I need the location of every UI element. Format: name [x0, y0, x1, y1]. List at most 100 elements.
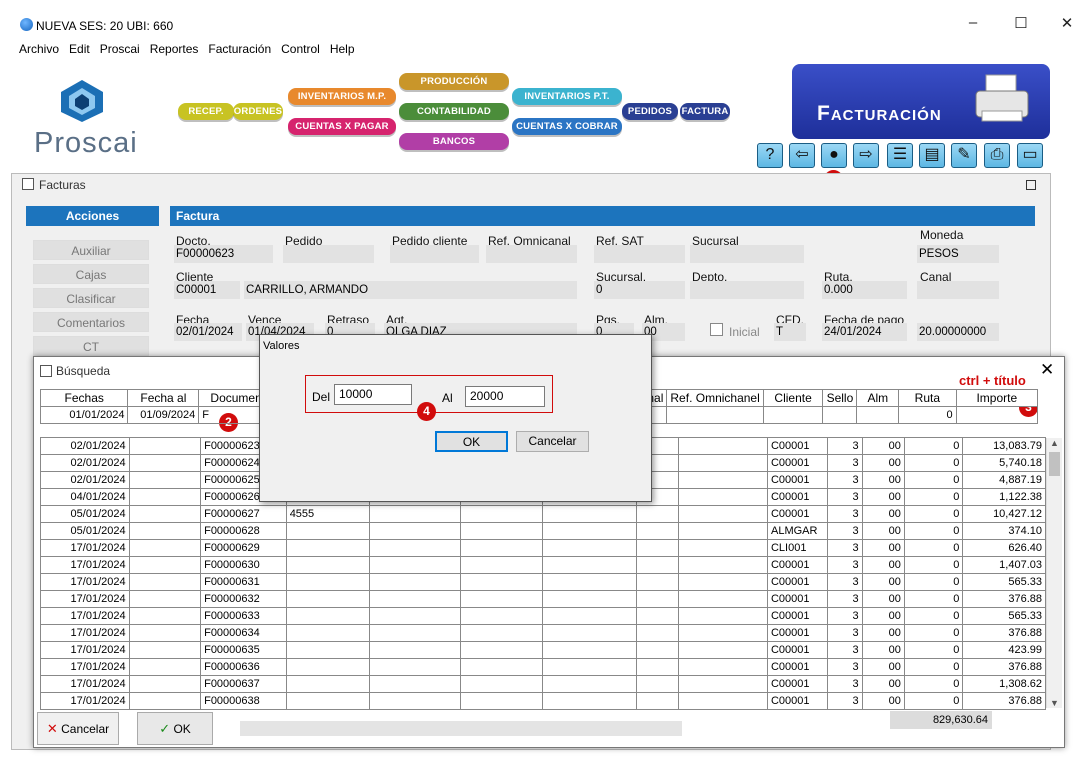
- fecha-pago-field[interactable]: 24/01/2024: [822, 323, 907, 341]
- inicial-checkbox[interactable]: [710, 323, 723, 336]
- menu-edit[interactable]: Edit: [69, 42, 90, 56]
- cfd-field[interactable]: T: [774, 323, 806, 341]
- cliente-code-field[interactable]: C00001: [174, 281, 240, 299]
- del-input[interactable]: 10000: [334, 384, 412, 405]
- cliente-name-field[interactable]: CARRILLO, ARMANDO: [244, 281, 577, 299]
- table-row[interactable]: 17/01/2024 F00000630 C00001 3 00 0 1,407.03: [40, 556, 1046, 574]
- docto-field[interactable]: F00000623: [174, 245, 273, 263]
- nav-cuentas-cobrar[interactable]: CUENTAS X COBRAR: [512, 118, 622, 135]
- menu-facturacion[interactable]: Facturación: [208, 42, 271, 56]
- nav-inventarios-pt[interactable]: INVENTARIOS P.T.: [512, 88, 622, 105]
- filter-ref-omni[interactable]: [666, 406, 764, 424]
- nav-produccion[interactable]: PRODUCCIÓN: [399, 73, 509, 90]
- pedido-field[interactable]: [283, 245, 374, 263]
- busqueda-ok-button[interactable]: ✓ OK: [137, 712, 213, 745]
- table-row[interactable]: 05/01/2024 F00000627 4555 C00001 3 00 0 10,427.…: [40, 505, 1046, 523]
- canal-field[interactable]: [917, 281, 999, 299]
- results-scrollbar[interactable]: ▲ ▼: [1046, 438, 1062, 708]
- busqueda-cancel-button[interactable]: ✕ Cancelar: [37, 712, 119, 745]
- minimize-button[interactable]: –: [963, 14, 983, 31]
- filter-cliente[interactable]: [762, 406, 824, 424]
- row-ruta: 0: [903, 692, 964, 710]
- nav-ordenes[interactable]: ORDENES: [233, 103, 283, 120]
- filter-sello[interactable]: [822, 406, 858, 424]
- menu-help[interactable]: Help: [330, 42, 355, 56]
- nav-inventarios-mp[interactable]: INVENTARIOS M.P.: [288, 88, 396, 105]
- cajas-button[interactable]: Cajas: [33, 264, 149, 284]
- table-row[interactable]: 17/01/2024 F00000629 CLI001 3 00 0 626.40: [40, 539, 1046, 557]
- row-cliente: C00001: [766, 437, 829, 455]
- al-input[interactable]: 20000: [465, 386, 545, 407]
- valores-cancel-button[interactable]: Cancelar: [516, 431, 589, 452]
- ref-sat-field[interactable]: [594, 245, 685, 263]
- table-row[interactable]: 17/01/2024 F00000636 C00001 3 00 0 376.88: [40, 658, 1046, 676]
- valores-ok-button[interactable]: OK: [435, 431, 508, 452]
- busqueda-close-icon[interactable]: ✕: [1040, 360, 1054, 380]
- filter-ruta[interactable]: 0: [898, 406, 957, 424]
- scroll-thumb[interactable]: [1049, 452, 1060, 476]
- status-bar: [240, 721, 682, 736]
- notes-icon[interactable]: ▤: [919, 143, 945, 168]
- table-row[interactable]: 05/01/2024 F00000628 ALMGAR 3 00 0 374.10: [40, 522, 1046, 540]
- table-row[interactable]: 17/01/2024 F00000637 C00001 3 00 0 1,308.62: [40, 675, 1046, 693]
- sucursal-field[interactable]: [690, 245, 804, 263]
- menu-reportes[interactable]: Reportes: [150, 42, 199, 56]
- arrow-left-icon[interactable]: ⇦: [789, 143, 815, 168]
- filter-fecha-al[interactable]: 01/09/2024: [127, 406, 200, 424]
- row-documento: F00000634: [200, 624, 287, 642]
- table-row[interactable]: 17/01/2024 F00000635 C00001 3 00 0 423.99: [40, 641, 1046, 659]
- nav-pedidos[interactable]: PEDIDOS: [622, 103, 678, 120]
- fecha-field[interactable]: 02/01/2024: [174, 323, 242, 341]
- depto-field[interactable]: [690, 281, 804, 299]
- nav-recep[interactable]: RECEP.: [178, 103, 234, 120]
- comentarios-button[interactable]: Comentarios: [33, 312, 149, 332]
- clasificar-button[interactable]: Clasificar: [33, 288, 149, 308]
- filter-importe[interactable]: [955, 406, 1039, 424]
- moneda-field[interactable]: PESOS: [917, 245, 999, 263]
- search-person-icon[interactable]: ●: [821, 143, 847, 168]
- tipo-cambio-field[interactable]: 20.00000000: [917, 323, 999, 341]
- col-fechas[interactable]: Fechas: [39, 389, 129, 407]
- row-blank-2: [369, 539, 461, 557]
- ref-omnicanal-field[interactable]: [486, 245, 577, 263]
- ruta-field[interactable]: 0.000: [822, 281, 907, 299]
- ct-button[interactable]: CT: [33, 336, 149, 356]
- help-icon[interactable]: ?: [757, 143, 783, 168]
- table-row[interactable]: 17/01/2024 F00000633 C00001 3 00 0 565.33: [40, 607, 1046, 625]
- col-cliente[interactable]: Cliente: [762, 389, 824, 407]
- auxiliar-button[interactable]: Auxiliar: [33, 240, 149, 260]
- table-row[interactable]: 17/01/2024 F00000631 C00001 3 00 0 565.33: [40, 573, 1046, 591]
- nav-factura[interactable]: FACTURA: [680, 103, 730, 120]
- table-row[interactable]: 17/01/2024 F00000632 C00001 3 00 0 376.88: [40, 590, 1046, 608]
- row-cliente: C00001: [766, 471, 829, 489]
- list-icon[interactable]: ☰: [887, 143, 913, 168]
- row-alm: 00: [861, 607, 905, 625]
- arrow-right-icon[interactable]: ⇨: [853, 143, 879, 168]
- nav-bancos[interactable]: BANCOS: [399, 133, 509, 150]
- col-alm[interactable]: Alm: [856, 389, 900, 407]
- menu-archivo[interactable]: Archivo: [19, 42, 59, 56]
- table-row[interactable]: 17/01/2024 F00000634 C00001 3 00 0 376.88: [40, 624, 1046, 642]
- menu-control[interactable]: Control: [281, 42, 320, 56]
- menu-proscai[interactable]: Proscai: [100, 42, 140, 56]
- col-sello[interactable]: Sello: [822, 389, 858, 407]
- edit-icon[interactable]: ✎: [951, 143, 977, 168]
- col-ref-omnichanel[interactable]: Ref. Omnichanel: [666, 389, 764, 407]
- col-importe[interactable]: Importe: [955, 389, 1039, 407]
- form-maximize-button[interactable]: [1026, 180, 1036, 190]
- table-row[interactable]: 17/01/2024 F00000638 C00001 3 00 0 376.88: [40, 692, 1046, 710]
- print-icon[interactable]: ⎙: [984, 143, 1010, 168]
- filter-alm[interactable]: [856, 406, 900, 424]
- col-ruta[interactable]: Ruta: [898, 389, 957, 407]
- pedido-cliente-field[interactable]: [390, 245, 479, 263]
- nav-contabilidad[interactable]: CONTABILIDAD: [399, 103, 509, 120]
- total-importe: 829,630.64: [890, 711, 992, 729]
- close-window-button[interactable]: ✕: [1057, 14, 1077, 32]
- col-fecha-al[interactable]: Fecha al: [127, 389, 200, 407]
- window-icon[interactable]: ▭: [1017, 143, 1043, 168]
- sucursal2-field[interactable]: 0: [594, 281, 685, 299]
- row-fecha: 17/01/2024: [40, 624, 130, 642]
- nav-cuentas-pagar[interactable]: CUENTAS X PAGAR: [288, 118, 396, 135]
- filter-fechas[interactable]: 01/01/2024: [39, 406, 129, 424]
- maximize-button[interactable]: ☐: [1011, 14, 1031, 32]
